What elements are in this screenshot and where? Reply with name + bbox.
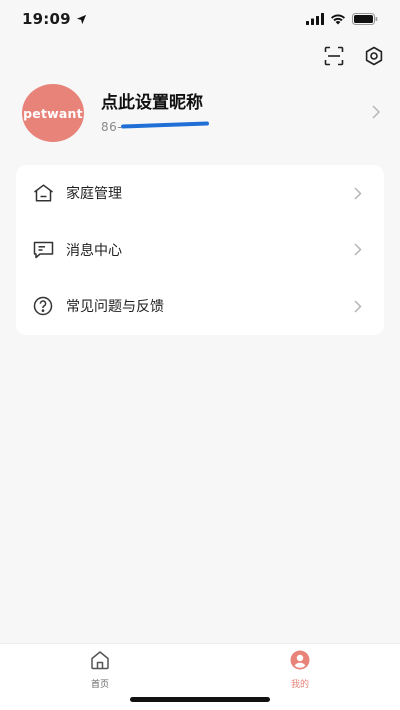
tab-home[interactable]: 首页 [70, 650, 130, 690]
status-right [306, 10, 378, 29]
home-outline-icon [32, 182, 54, 204]
status-left: 19:09 [22, 10, 87, 29]
menu-item-label: 常见问题与反馈 [66, 299, 164, 316]
menu-item-message-center[interactable]: 消息中心 [16, 222, 384, 279]
wifi-icon [330, 10, 346, 29]
menu-item-family-management[interactable]: 家庭管理 [16, 165, 384, 222]
tab-label: 我的 [290, 680, 309, 690]
cellular-signal-icon [306, 10, 324, 29]
phone-number: 86- [101, 120, 123, 134]
status-time: 19:09 [22, 10, 71, 28]
status-bar: 19:09 [0, 0, 400, 38]
profile-info: 点此设置昵称 86- [101, 92, 382, 134]
tab-mine[interactable]: 我的 [270, 650, 330, 690]
phone-row: 86- [101, 116, 382, 134]
help-circle-icon [32, 295, 54, 317]
chevron-right-icon [372, 104, 381, 123]
chevron-right-icon [352, 299, 364, 313]
nickname-label[interactable]: 点此设置昵称 [101, 92, 382, 114]
menu-card: 家庭管理 消息中心 常见问题与反馈 [16, 165, 384, 335]
phone-redaction-mark [120, 121, 210, 129]
scan-icon[interactable] [322, 44, 346, 68]
message-icon [32, 239, 54, 261]
menu-item-faq-feedback[interactable]: 常见问题与反馈 [16, 278, 384, 335]
menu-item-label: 消息中心 [66, 242, 122, 259]
tab-label: 首页 [90, 680, 109, 690]
battery-icon [352, 10, 378, 29]
home-indicator [130, 697, 270, 702]
chevron-right-icon [352, 243, 364, 257]
top-actions [322, 44, 386, 68]
chevron-right-icon [352, 186, 364, 200]
menu-item-label: 家庭管理 [66, 186, 122, 203]
avatar-text: petwant [23, 105, 83, 121]
profile-tab-icon [290, 650, 310, 674]
my-page-screen: 19:09 petwant 点此设置昵称 86- 家庭管理 消息中心 常见问题与… [0, 0, 400, 710]
settings-icon[interactable] [362, 44, 386, 68]
profile-header[interactable]: petwant 点此设置昵称 86- [22, 84, 382, 142]
avatar[interactable]: petwant [22, 84, 84, 142]
home-tab-icon [90, 650, 110, 674]
location-arrow-icon [76, 10, 87, 29]
